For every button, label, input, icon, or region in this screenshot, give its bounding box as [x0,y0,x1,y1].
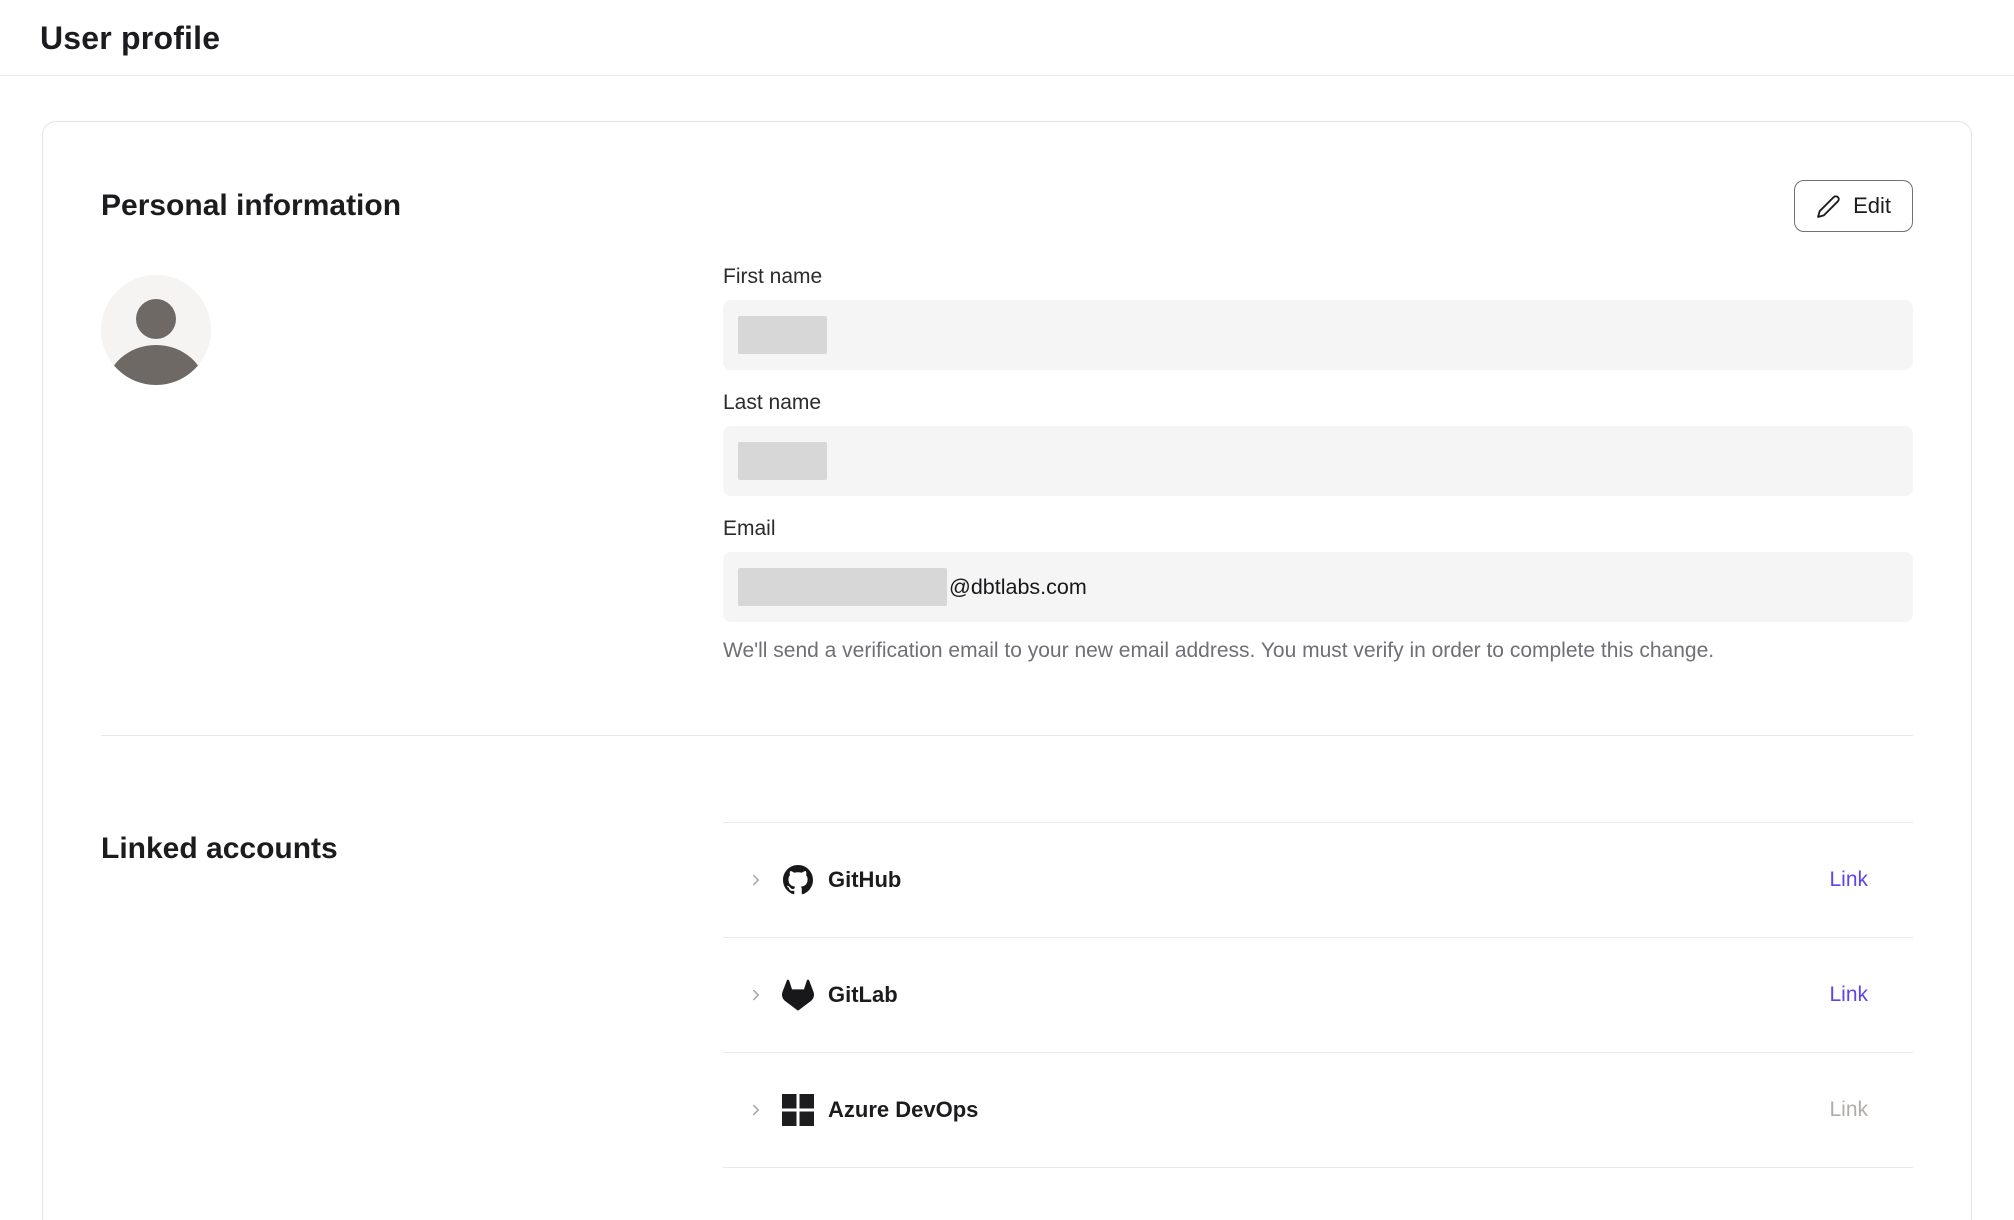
main-content: Personal information Edit First name [0,76,2014,1220]
redacted-last-name-value [738,442,827,480]
email-label: Email [723,514,1913,543]
linked-account-name: Azure DevOps [828,1097,978,1123]
avatar [101,275,211,385]
last-name-label: Last name [723,388,1913,417]
linked-account-name: GitLab [828,982,898,1008]
page-title: User profile [40,18,1974,58]
personal-info-left-column [101,262,723,665]
section-divider [101,735,1913,736]
chevron-right-icon[interactable] [747,871,765,889]
linked-account-row-azure-devops: Azure DevOps Link [723,1053,1913,1168]
email-field-group: Email @dbtlabs.com We'll send a verifica… [723,514,1913,665]
first-name-label: First name [723,262,1913,291]
linked-account-row-github: GitHub Link [723,823,1913,938]
pencil-icon [1816,194,1841,219]
personal-info-heading: Personal information [101,187,401,225]
personal-info-section: First name Last name Email @dbtlabs. [101,262,1913,665]
link-github-action[interactable]: Link [1829,868,1868,892]
person-silhouette-icon [136,299,176,339]
last-name-input[interactable] [723,426,1913,496]
last-name-field-group: Last name [723,388,1913,496]
linked-accounts-list: GitHub Link GitLab Link [723,822,1913,1168]
linked-account-name: GitHub [828,867,901,893]
chevron-right-icon[interactable] [747,986,765,1004]
user-profile-card: Personal information Edit First name [42,121,1972,1220]
edit-button-label: Edit [1853,193,1891,219]
email-helper-text: We'll send a verification email to your … [723,636,1913,665]
person-silhouette-shoulders [106,345,206,385]
chevron-right-icon[interactable] [747,1101,765,1119]
azure-devops-icon [782,1094,814,1126]
linked-accounts-heading: Linked accounts [101,830,723,868]
edit-button[interactable]: Edit [1794,180,1913,232]
github-icon [782,864,814,896]
link-azure-devops-action[interactable]: Link [1829,1098,1868,1122]
redacted-email-local-part [738,568,947,606]
redacted-first-name-value [738,316,827,354]
page-header: User profile [0,0,2014,76]
email-domain-text: @dbtlabs.com [949,575,1087,600]
first-name-field-group: First name [723,262,1913,370]
linked-accounts-section: Linked accounts GitHub Link [101,822,1913,1168]
gitlab-icon [782,979,814,1011]
first-name-input[interactable] [723,300,1913,370]
personal-info-header: Personal information Edit [101,180,1913,232]
link-gitlab-action[interactable]: Link [1829,983,1868,1007]
linked-accounts-left-column: Linked accounts [101,822,723,1168]
personal-info-form: First name Last name Email @dbtlabs. [723,262,1913,665]
email-input[interactable]: @dbtlabs.com [723,552,1913,622]
linked-account-row-gitlab: GitLab Link [723,938,1913,1053]
